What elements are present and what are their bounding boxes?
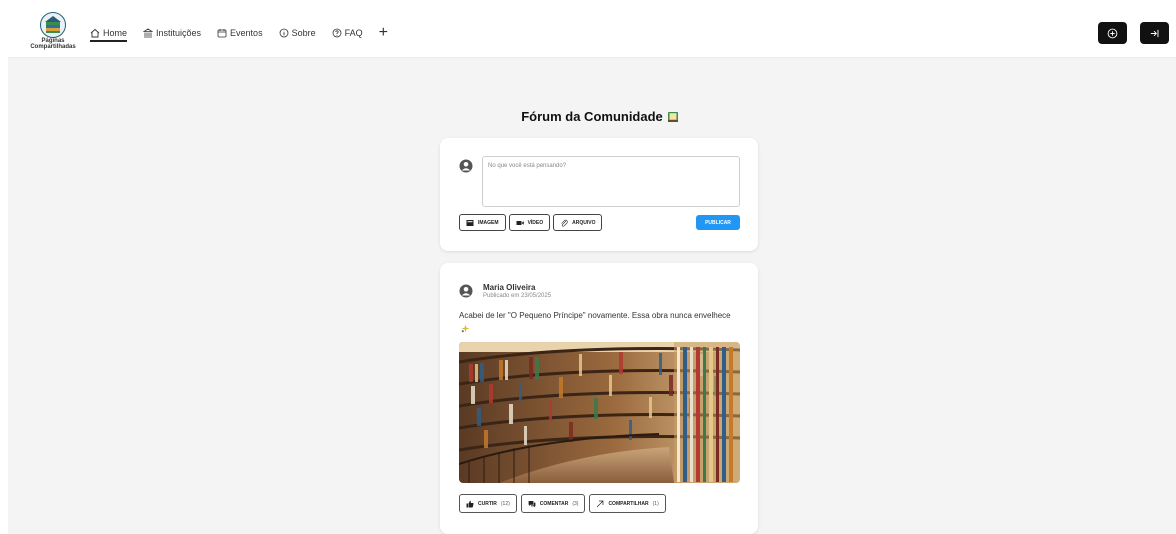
share-label: COMPARTILHAR: [608, 500, 649, 507]
forum-post: Maria Oliveira Publicado em 23/05/2025 A…: [440, 263, 758, 534]
video-icon: [516, 220, 524, 225]
nav-item-label: Instituições: [156, 28, 202, 38]
books-logo-icon: [40, 12, 66, 38]
add-button[interactable]: [1098, 22, 1127, 44]
nav-item-faq[interactable]: FAQ: [332, 8, 363, 58]
publish-button[interactable]: PUBLICAR: [696, 215, 740, 230]
post-body: Acabei de ler "O Pequeno Príncipe" novam…: [459, 309, 739, 335]
author-avatar-icon: [459, 284, 473, 298]
comment-button[interactable]: COMENTAR (3): [520, 494, 586, 513]
comment-icon: [528, 500, 536, 507]
post-author[interactable]: Maria Oliveira: [483, 283, 535, 292]
nav-item-home[interactable]: Home: [90, 8, 128, 58]
help-icon: [332, 28, 342, 38]
plus-icon: +: [378, 24, 388, 41]
share-button[interactable]: COMPARTILHAR (1): [589, 494, 666, 513]
post-actions: CURTIR (12) COMENTAR (3) COMPARTILHAR (1…: [459, 494, 666, 513]
comment-count: (3): [572, 500, 579, 507]
page-title: Fórum da Comunidade: [440, 109, 760, 124]
like-button[interactable]: CURTIR (12): [459, 494, 517, 513]
brand-name-line2: Compartilhadas: [30, 44, 76, 50]
forum-title-text: Fórum da Comunidade: [521, 109, 663, 124]
add-image-button[interactable]: IMAGEM: [459, 214, 506, 231]
nav-item-instituicoes[interactable]: Instituições: [143, 8, 201, 58]
add-video-button[interactable]: VÍDEO: [508, 214, 551, 231]
nav-item-label: FAQ: [344, 28, 363, 38]
add-file-button[interactable]: ARQUIVO: [553, 214, 603, 231]
media-buttons: IMAGEM VÍDEO ARQUIVO: [459, 214, 603, 231]
like-label: CURTIR: [478, 500, 497, 507]
post-composer: No que você está pensando? IMAGEM VÍDEO …: [440, 138, 758, 251]
post-input[interactable]: No que você está pensando?: [482, 156, 740, 207]
nav-item-sobre[interactable]: Sobre: [279, 8, 316, 58]
user-avatar-icon: [459, 159, 473, 173]
sparkle-emoji: [461, 324, 470, 333]
info-icon: [279, 28, 288, 38]
comment-label: COMENTAR: [539, 500, 569, 507]
nav-item-label: Sobre: [291, 28, 316, 38]
nav-item-label: Home: [103, 28, 128, 38]
nav-item-label: Eventos: [230, 28, 263, 38]
calendar-icon: [217, 29, 227, 38]
post-date: Publicado em 23/05/2025: [483, 293, 552, 299]
top-navbar: Páginas Compartilhadas Home Instituições…: [8, 8, 1176, 58]
book-emoji: [667, 111, 678, 122]
share-arrow-icon: [597, 500, 604, 507]
image-button-label: IMAGEM: [478, 219, 499, 226]
post-image-library[interactable]: [459, 342, 740, 483]
main-nav: Home Instituições Eventos Sobre FAQ +: [90, 8, 388, 58]
file-button-label: ARQUIVO: [572, 219, 596, 226]
add-circle-icon: [1107, 28, 1118, 38]
login-icon: [1150, 29, 1159, 37]
home-icon: [90, 28, 100, 38]
paperclip-icon: [561, 219, 568, 227]
library-bookshelf-image: [459, 342, 740, 483]
share-count: (1): [652, 500, 659, 507]
login-button[interactable]: [1140, 22, 1169, 44]
nav-add-button[interactable]: +: [379, 8, 388, 58]
institution-icon: [143, 28, 154, 38]
thumbs-up-icon: [466, 500, 474, 507]
brand-logo[interactable]: Páginas Compartilhadas: [30, 12, 76, 56]
nav-item-eventos[interactable]: Eventos: [217, 8, 263, 58]
image-icon: [466, 219, 474, 226]
video-button-label: VÍDEO: [527, 219, 544, 226]
post-text: Acabei de ler "O Pequeno Príncipe" novam…: [459, 311, 731, 320]
like-count: (12): [500, 500, 510, 507]
